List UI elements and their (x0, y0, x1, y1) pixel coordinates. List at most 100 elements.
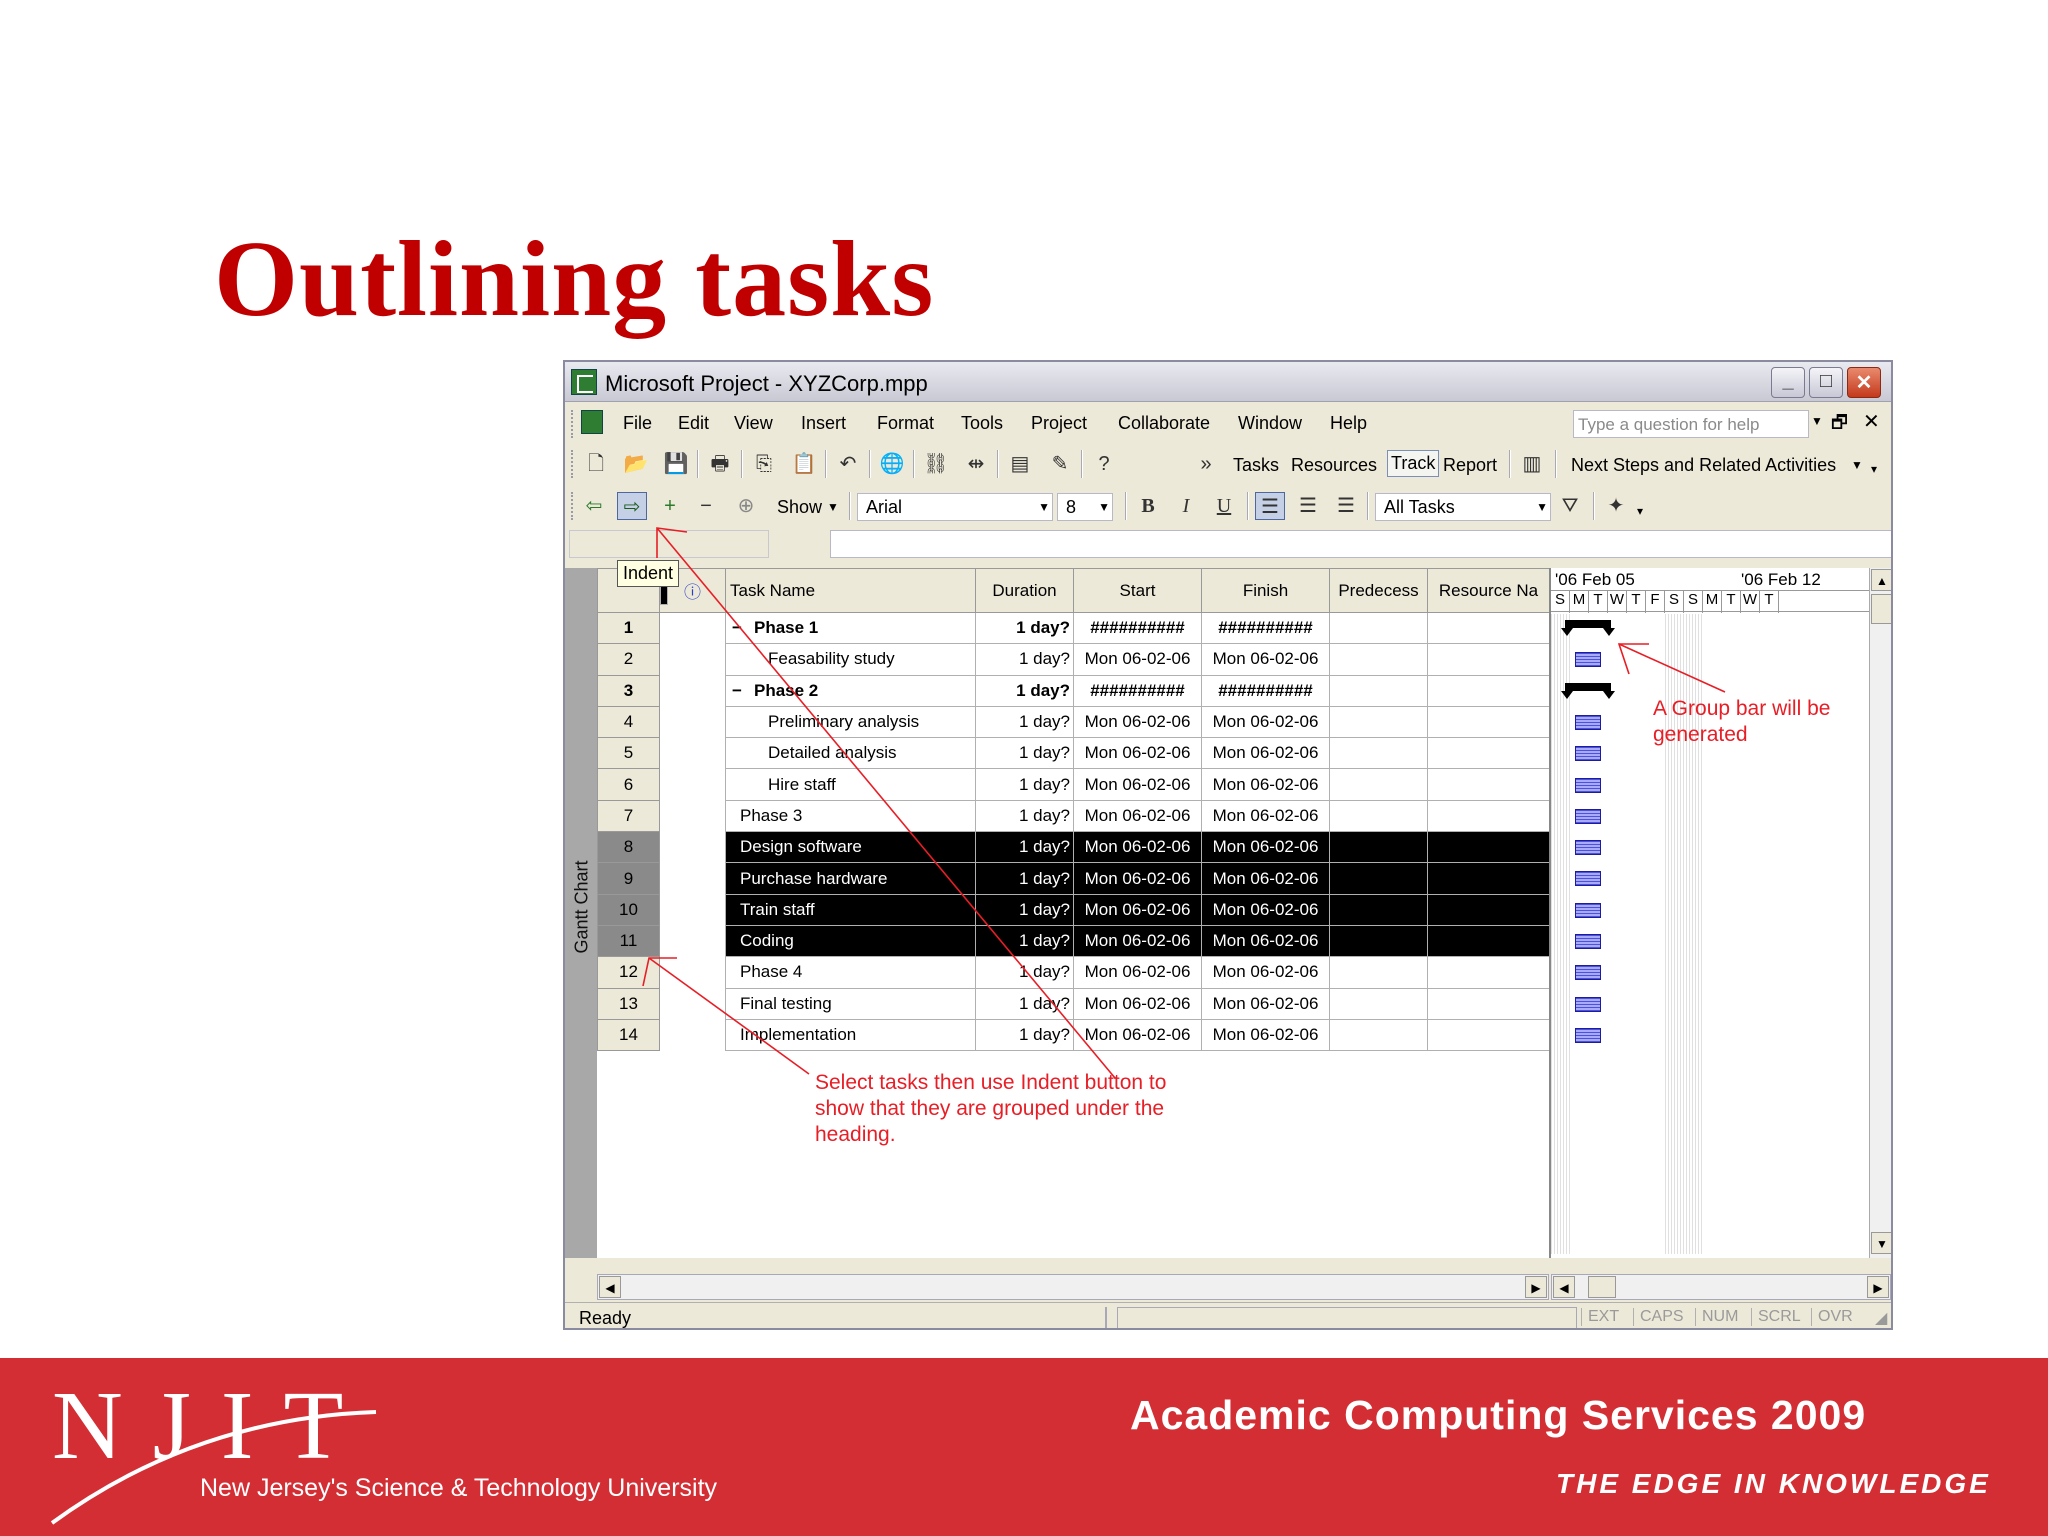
finish-cell[interactable]: Mon 06-02-06 (1201, 831, 1330, 864)
paste-icon[interactable]: 📋 (789, 450, 819, 478)
finish-cell[interactable]: Mon 06-02-06 (1201, 705, 1330, 739)
table-row[interactable]: 3− Phase 21 day? ########## ########## (597, 573, 1550, 707)
start-cell[interactable]: Mon 06-02-06 (1073, 893, 1202, 926)
start-cell[interactable]: ########## (1073, 674, 1202, 707)
menu-format[interactable]: Format (877, 413, 934, 434)
help-search-input[interactable]: Type a question for help (1573, 410, 1809, 438)
table-row[interactable]: 2 Feasability study 1 day? Mon 06-02-06 Mon … (597, 573, 1550, 676)
predecessors-cell[interactable] (1329, 643, 1428, 676)
new-file-icon[interactable]: 🗋 (581, 450, 611, 478)
header-duration[interactable]: Duration (975, 568, 1074, 613)
guide-track-button[interactable]: Track (1387, 450, 1440, 477)
align-center-icon[interactable]: ☰ (1293, 492, 1323, 520)
predecessors-cell[interactable] (1329, 893, 1428, 926)
gantt-task-bar[interactable] (1575, 808, 1601, 824)
row-id-cell[interactable]: 3 (597, 674, 660, 707)
duration-cell[interactable]: 1 day? (975, 924, 1074, 958)
collapse-toggle-icon[interactable]: − (732, 681, 746, 701)
resource-cell[interactable] (1427, 768, 1550, 801)
predecessors-cell[interactable] (1329, 924, 1428, 958)
web-globe-icon[interactable]: 🌐 (877, 450, 907, 478)
finish-cell[interactable]: Mon 06-02-06 (1201, 799, 1330, 833)
gantt-summary-bar[interactable] (1561, 620, 1615, 636)
duration-cell[interactable]: 1 day? (975, 831, 1074, 864)
filter-select[interactable]: All Tasks ▼ (1375, 493, 1551, 521)
resize-grip-icon[interactable]: ◢ (1869, 1308, 1887, 1328)
predecessors-cell[interactable] (1329, 862, 1428, 895)
font-size-select[interactable]: 8 ▼ (1057, 493, 1113, 521)
menu-project[interactable]: Project (1031, 413, 1087, 434)
toolbar-options-icon[interactable]: ▾ (1871, 462, 1877, 476)
header-resource-names[interactable]: Resource Na (1427, 568, 1550, 613)
finish-cell[interactable]: Mon 06-02-06 (1201, 956, 1330, 989)
entry-field-input[interactable] (830, 530, 1891, 558)
predecessors-cell[interactable] (1329, 956, 1428, 989)
bold-button[interactable]: B (1133, 492, 1163, 520)
dropdown-arrow-icon[interactable]: ▼ (1098, 500, 1110, 514)
task-name-cell[interactable]: − Phase 2 (725, 674, 976, 707)
table-row[interactable]: 14 Implementation 1 day? Mon 06-02-06 Mon 06… (597, 573, 1550, 1052)
save-icon[interactable]: 💾 (661, 450, 691, 478)
finish-cell[interactable]: Mon 06-02-06 (1201, 987, 1330, 1020)
finish-cell[interactable]: Mon 06-02-06 (1201, 1018, 1330, 1052)
gantt-task-bar[interactable] (1575, 777, 1601, 793)
table-row[interactable]: 4 Preliminary analysis 1 day? Mon 06-02-06 M… (597, 573, 1550, 739)
task-notes-icon[interactable]: ✎ (1045, 450, 1075, 478)
menu-window[interactable]: Window (1238, 413, 1302, 434)
row-id-cell[interactable]: 12 (597, 956, 660, 989)
start-cell[interactable]: Mon 06-02-06 (1073, 924, 1202, 958)
resource-cell[interactable] (1427, 924, 1550, 958)
hide-subtasks-icon[interactable]: − (691, 492, 721, 520)
task-name-cell[interactable]: Final testing (725, 987, 976, 1020)
scroll-thumb[interactable] (1588, 1276, 1616, 1298)
predecessors-cell[interactable] (1329, 831, 1428, 864)
resource-cell[interactable] (1427, 737, 1550, 770)
toolbar-grip[interactable] (571, 492, 575, 520)
font-name-select[interactable]: Arial ▼ (857, 493, 1053, 521)
menu-tools[interactable]: Tools (961, 413, 1003, 434)
start-cell[interactable]: Mon 06-02-06 (1073, 737, 1202, 770)
table-row[interactable]: 5 Detailed analysis 1 day? Mon 06-02-06 Mon … (597, 573, 1550, 770)
menu-collaborate[interactable]: Collaborate (1118, 413, 1210, 434)
resource-cell[interactable] (1427, 1018, 1550, 1052)
start-cell[interactable]: Mon 06-02-06 (1073, 1018, 1202, 1052)
table-row[interactable]: 9 Purchase hardware 1 day? Mon 06-02-06 Mon … (597, 573, 1550, 895)
underline-button[interactable]: U (1209, 492, 1239, 520)
dropdown-arrow-icon[interactable]: ▼ (1536, 500, 1548, 514)
next-steps-dropdown[interactable]: Next Steps and Related Activities (1571, 455, 1836, 476)
gantt-horizontal-scrollbar[interactable]: ◀ ▶ (1551, 1274, 1891, 1300)
finish-cell[interactable]: Mon 06-02-06 (1201, 893, 1330, 926)
duration-cell[interactable]: 1 day? (975, 737, 1074, 770)
print-icon[interactable]: 🖶 (705, 450, 735, 478)
autofilter-icon[interactable]: ⛛ (1555, 492, 1585, 520)
row-id-cell[interactable]: 6 (597, 768, 660, 801)
show-arrow-icon[interactable]: ▼ (827, 500, 839, 514)
start-cell[interactable]: Mon 06-02-06 (1073, 862, 1202, 895)
table-row[interactable]: 11 Coding 1 day? Mon 06-02-06 Mon 06-02-06 (597, 573, 1550, 958)
scroll-thumb[interactable] (1871, 594, 1891, 624)
predecessors-cell[interactable] (1329, 799, 1428, 833)
resource-cell[interactable] (1427, 643, 1550, 676)
duration-cell[interactable]: 1 day? (975, 1018, 1074, 1052)
predecessors-cell[interactable] (1329, 705, 1428, 739)
link-tasks-icon[interactable]: ⛓ (921, 450, 951, 478)
view-bar[interactable]: Gantt Chart (565, 568, 597, 1258)
row-id-cell[interactable]: 4 (597, 705, 660, 739)
menu-file[interactable]: File (623, 413, 652, 434)
align-right-icon[interactable]: ☰ (1331, 492, 1361, 520)
close-document-icon[interactable]: ✕ (1863, 409, 1880, 434)
project-guide-icon[interactable]: ▥ (1517, 450, 1547, 478)
menu-edit[interactable]: Edit (678, 413, 709, 434)
task-name-cell[interactable]: Phase 4 (725, 956, 976, 989)
gantt-chart-pane[interactable]: '06 Feb 05 '06 Feb 12 SMTWTFSSMTWT (1549, 568, 1869, 1258)
task-name-cell[interactable]: Feasability study (725, 643, 976, 676)
gantt-task-bar[interactable] (1575, 1027, 1601, 1043)
start-cell[interactable]: Mon 06-02-06 (1073, 987, 1202, 1020)
resource-cell[interactable] (1427, 987, 1550, 1020)
duration-cell[interactable]: 1 day? (975, 893, 1074, 926)
table-row[interactable]: 6 Hire staff 1 day? Mon 06-02-06 Mon 06-02-0… (597, 573, 1550, 801)
vertical-scrollbar[interactable]: ▲ ▼ (1869, 568, 1891, 1258)
guide-report-button[interactable]: Report (1443, 455, 1497, 476)
task-name-cell[interactable]: Purchase hardware (725, 862, 976, 895)
table-row[interactable]: 12 Phase 41 day? Mon 06-02-06 Mon 06-02-06 (597, 573, 1550, 989)
